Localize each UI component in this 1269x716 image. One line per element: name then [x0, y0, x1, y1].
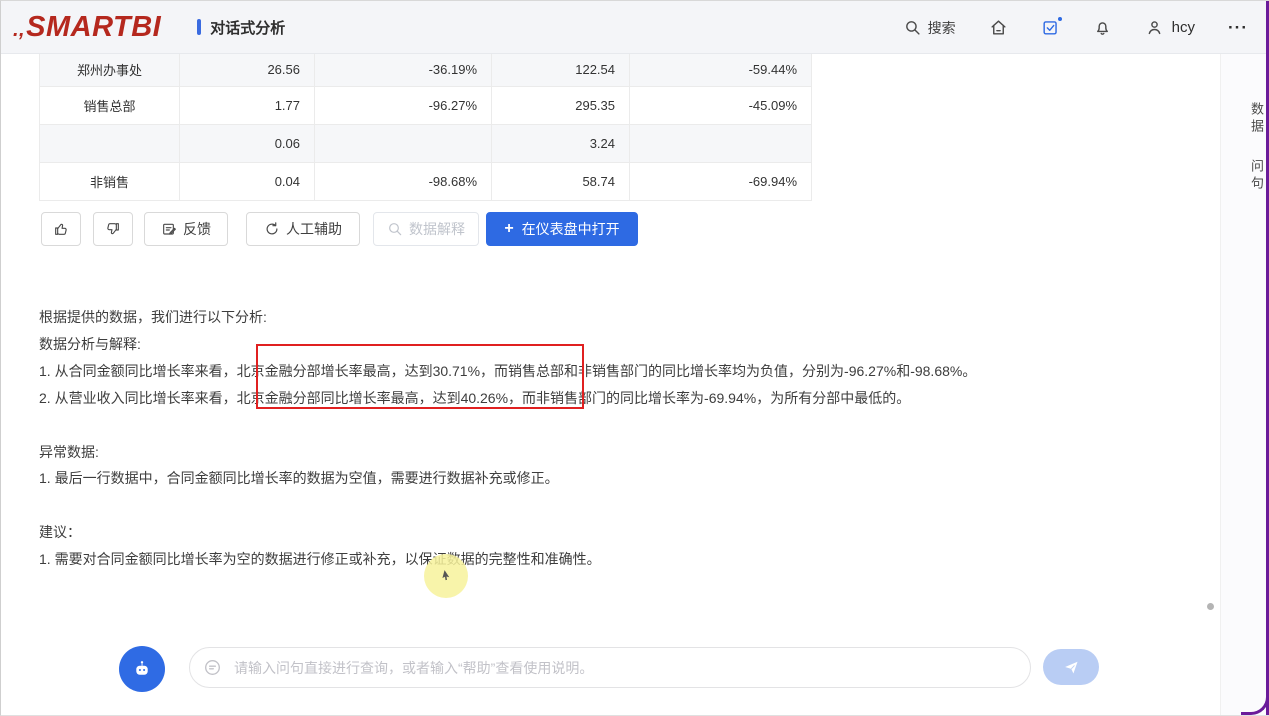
- result-table: 郑州办事处 26.56 -36.19% 122.54 -59.44% 销售总部 …: [39, 54, 812, 201]
- thumbs-down-icon: [105, 221, 121, 237]
- bell-icon[interactable]: [1093, 18, 1112, 37]
- cell-revenue: 122.54: [492, 54, 630, 86]
- table-row: 0.06 3.24: [40, 124, 812, 162]
- feedback-label: 反馈: [183, 219, 211, 239]
- username: hcy: [1172, 19, 1195, 36]
- cell-contract-yoy: -96.27%: [315, 86, 492, 124]
- cell-dept: [40, 124, 180, 162]
- cell-contract-yoy: -36.19%: [315, 54, 492, 86]
- assistant-icon: [130, 657, 154, 681]
- data-explain-label: 数据解释: [409, 219, 465, 239]
- logo-text: SMARTBI: [26, 11, 161, 44]
- analysis-points: 1. 从合同金额同比增长率来看，北京金融分部增长率最高，达到30.71%，而销售…: [39, 358, 1214, 412]
- anomaly-section: 异常数据: 1. 最后一行数据中，合同金额同比增长率的数据为空值，需要进行数据补…: [39, 439, 1214, 491]
- open-in-dashboard-label: 在仪表盘中打开: [522, 219, 620, 239]
- search-label: 搜索: [928, 18, 956, 38]
- analysis-section-title: 数据分析与解释:: [39, 331, 1214, 358]
- header-search[interactable]: 搜索: [904, 18, 956, 38]
- assistant-button[interactable]: [119, 646, 165, 692]
- scrollbar-dot[interactable]: [1207, 603, 1214, 610]
- feedback-button[interactable]: 反馈: [144, 212, 228, 246]
- cell-revenue-yoy: -45.09%: [630, 86, 812, 124]
- data-explain-button: 数据解释: [373, 212, 479, 246]
- page-title: 对话式分析: [210, 17, 285, 38]
- cursor-icon: [437, 567, 454, 584]
- plus-icon: +: [504, 220, 513, 238]
- logo-mark: .,: [13, 19, 25, 42]
- thumbs-down-button[interactable]: [93, 212, 133, 246]
- query-input-wrap: [189, 647, 1031, 688]
- task-notification-dot: [1058, 17, 1062, 21]
- search-icon: [904, 19, 921, 36]
- manual-assist-label: 人工辅助: [286, 219, 342, 239]
- title-accent-bar: [197, 19, 201, 35]
- app-window: ., SMARTBI 对话式分析 搜索: [0, 0, 1269, 716]
- cell-dept: 郑州办事处: [40, 54, 180, 86]
- query-input[interactable]: [189, 647, 1031, 688]
- top-bar: ., SMARTBI 对话式分析 搜索: [1, 1, 1269, 54]
- table-row: 非销售 0.04 -98.68% 58.74 -69.94%: [40, 162, 812, 200]
- cell-contract: 0.04: [180, 162, 315, 200]
- cell-contract: 0.06: [180, 124, 315, 162]
- manual-assist-button[interactable]: 人工辅助: [246, 212, 360, 246]
- suggestion-section: 建议： 1. 需要对合同金额同比增长率为空的数据进行修正或补充，以保证数据的完整…: [39, 519, 1214, 573]
- thumbs-up-icon: [53, 221, 69, 237]
- answer-toolbar: 反馈 人工辅助 数据解释 + 在仪表盘中打开: [41, 212, 638, 246]
- cell-contract: 26.56: [180, 54, 315, 86]
- table-row: 销售总部 1.77 -96.27% 295.35 -45.09%: [40, 86, 812, 124]
- cell-dept: 销售总部: [40, 86, 180, 124]
- feedback-icon: [161, 221, 177, 237]
- send-icon: [1063, 659, 1080, 676]
- suggestion-point: 1. 需要对合同金额同比增长率为空的数据进行修正或补充，以保证数据的完整性和准确…: [39, 546, 1214, 573]
- cell-revenue-yoy: [630, 124, 812, 162]
- analysis-intro: 根据提供的数据，我们进行以下分析: 数据分析与解释:: [39, 304, 1214, 358]
- home-icon[interactable]: [989, 18, 1008, 37]
- analysis-point-2: 2. 从营业收入同比增长率来看，北京金融分部同比增长率最高，达到40.26%，而…: [39, 385, 1214, 412]
- module-title: 对话式分析: [197, 17, 285, 38]
- right-side-panel: 数据 问句: [1220, 54, 1266, 715]
- cell-revenue: 295.35: [492, 86, 630, 124]
- open-in-dashboard-button[interactable]: + 在仪表盘中打开: [486, 212, 638, 246]
- thumbs-up-button[interactable]: [41, 212, 81, 246]
- cell-dept: 非销售: [40, 162, 180, 200]
- cell-revenue: 3.24: [492, 124, 630, 162]
- more-menu-icon[interactable]: ···: [1228, 18, 1248, 38]
- analysis-point-1: 1. 从合同金额同比增长率来看，北京金融分部增长率最高，达到30.71%，而销售…: [39, 358, 1214, 385]
- cell-contract-yoy: [315, 124, 492, 162]
- user-icon: [1145, 18, 1164, 37]
- cell-revenue-yoy: -59.44%: [630, 54, 812, 86]
- cell-contract: 1.77: [180, 86, 315, 124]
- cell-revenue: 58.74: [492, 162, 630, 200]
- search-icon: [387, 221, 403, 237]
- suggestion-title: 建议：: [39, 519, 1214, 546]
- analysis-intro-line: 根据提供的数据，我们进行以下分析:: [39, 304, 1214, 331]
- click-highlight-marker: [424, 554, 468, 598]
- tasks-icon[interactable]: [1041, 18, 1060, 37]
- cell-revenue-yoy: -69.94%: [630, 162, 812, 200]
- anomaly-point: 1. 最后一行数据中，合同金额同比增长率的数据为空值，需要进行数据补充或修正。: [39, 465, 1214, 491]
- table-row: 郑州办事处 26.56 -36.19% 122.54 -59.44%: [40, 54, 812, 86]
- tab-question[interactable]: 问句: [1221, 159, 1266, 193]
- user-menu[interactable]: hcy: [1145, 18, 1195, 37]
- send-button[interactable]: [1043, 649, 1099, 685]
- anomaly-title: 异常数据:: [39, 439, 1214, 465]
- header-actions: 搜索 hcy ···: [904, 1, 1248, 54]
- smartbi-logo[interactable]: ., SMARTBI: [13, 11, 161, 44]
- tab-data[interactable]: 数据: [1221, 102, 1266, 136]
- cell-contract-yoy: -98.68%: [315, 162, 492, 200]
- refresh-icon: [264, 221, 280, 237]
